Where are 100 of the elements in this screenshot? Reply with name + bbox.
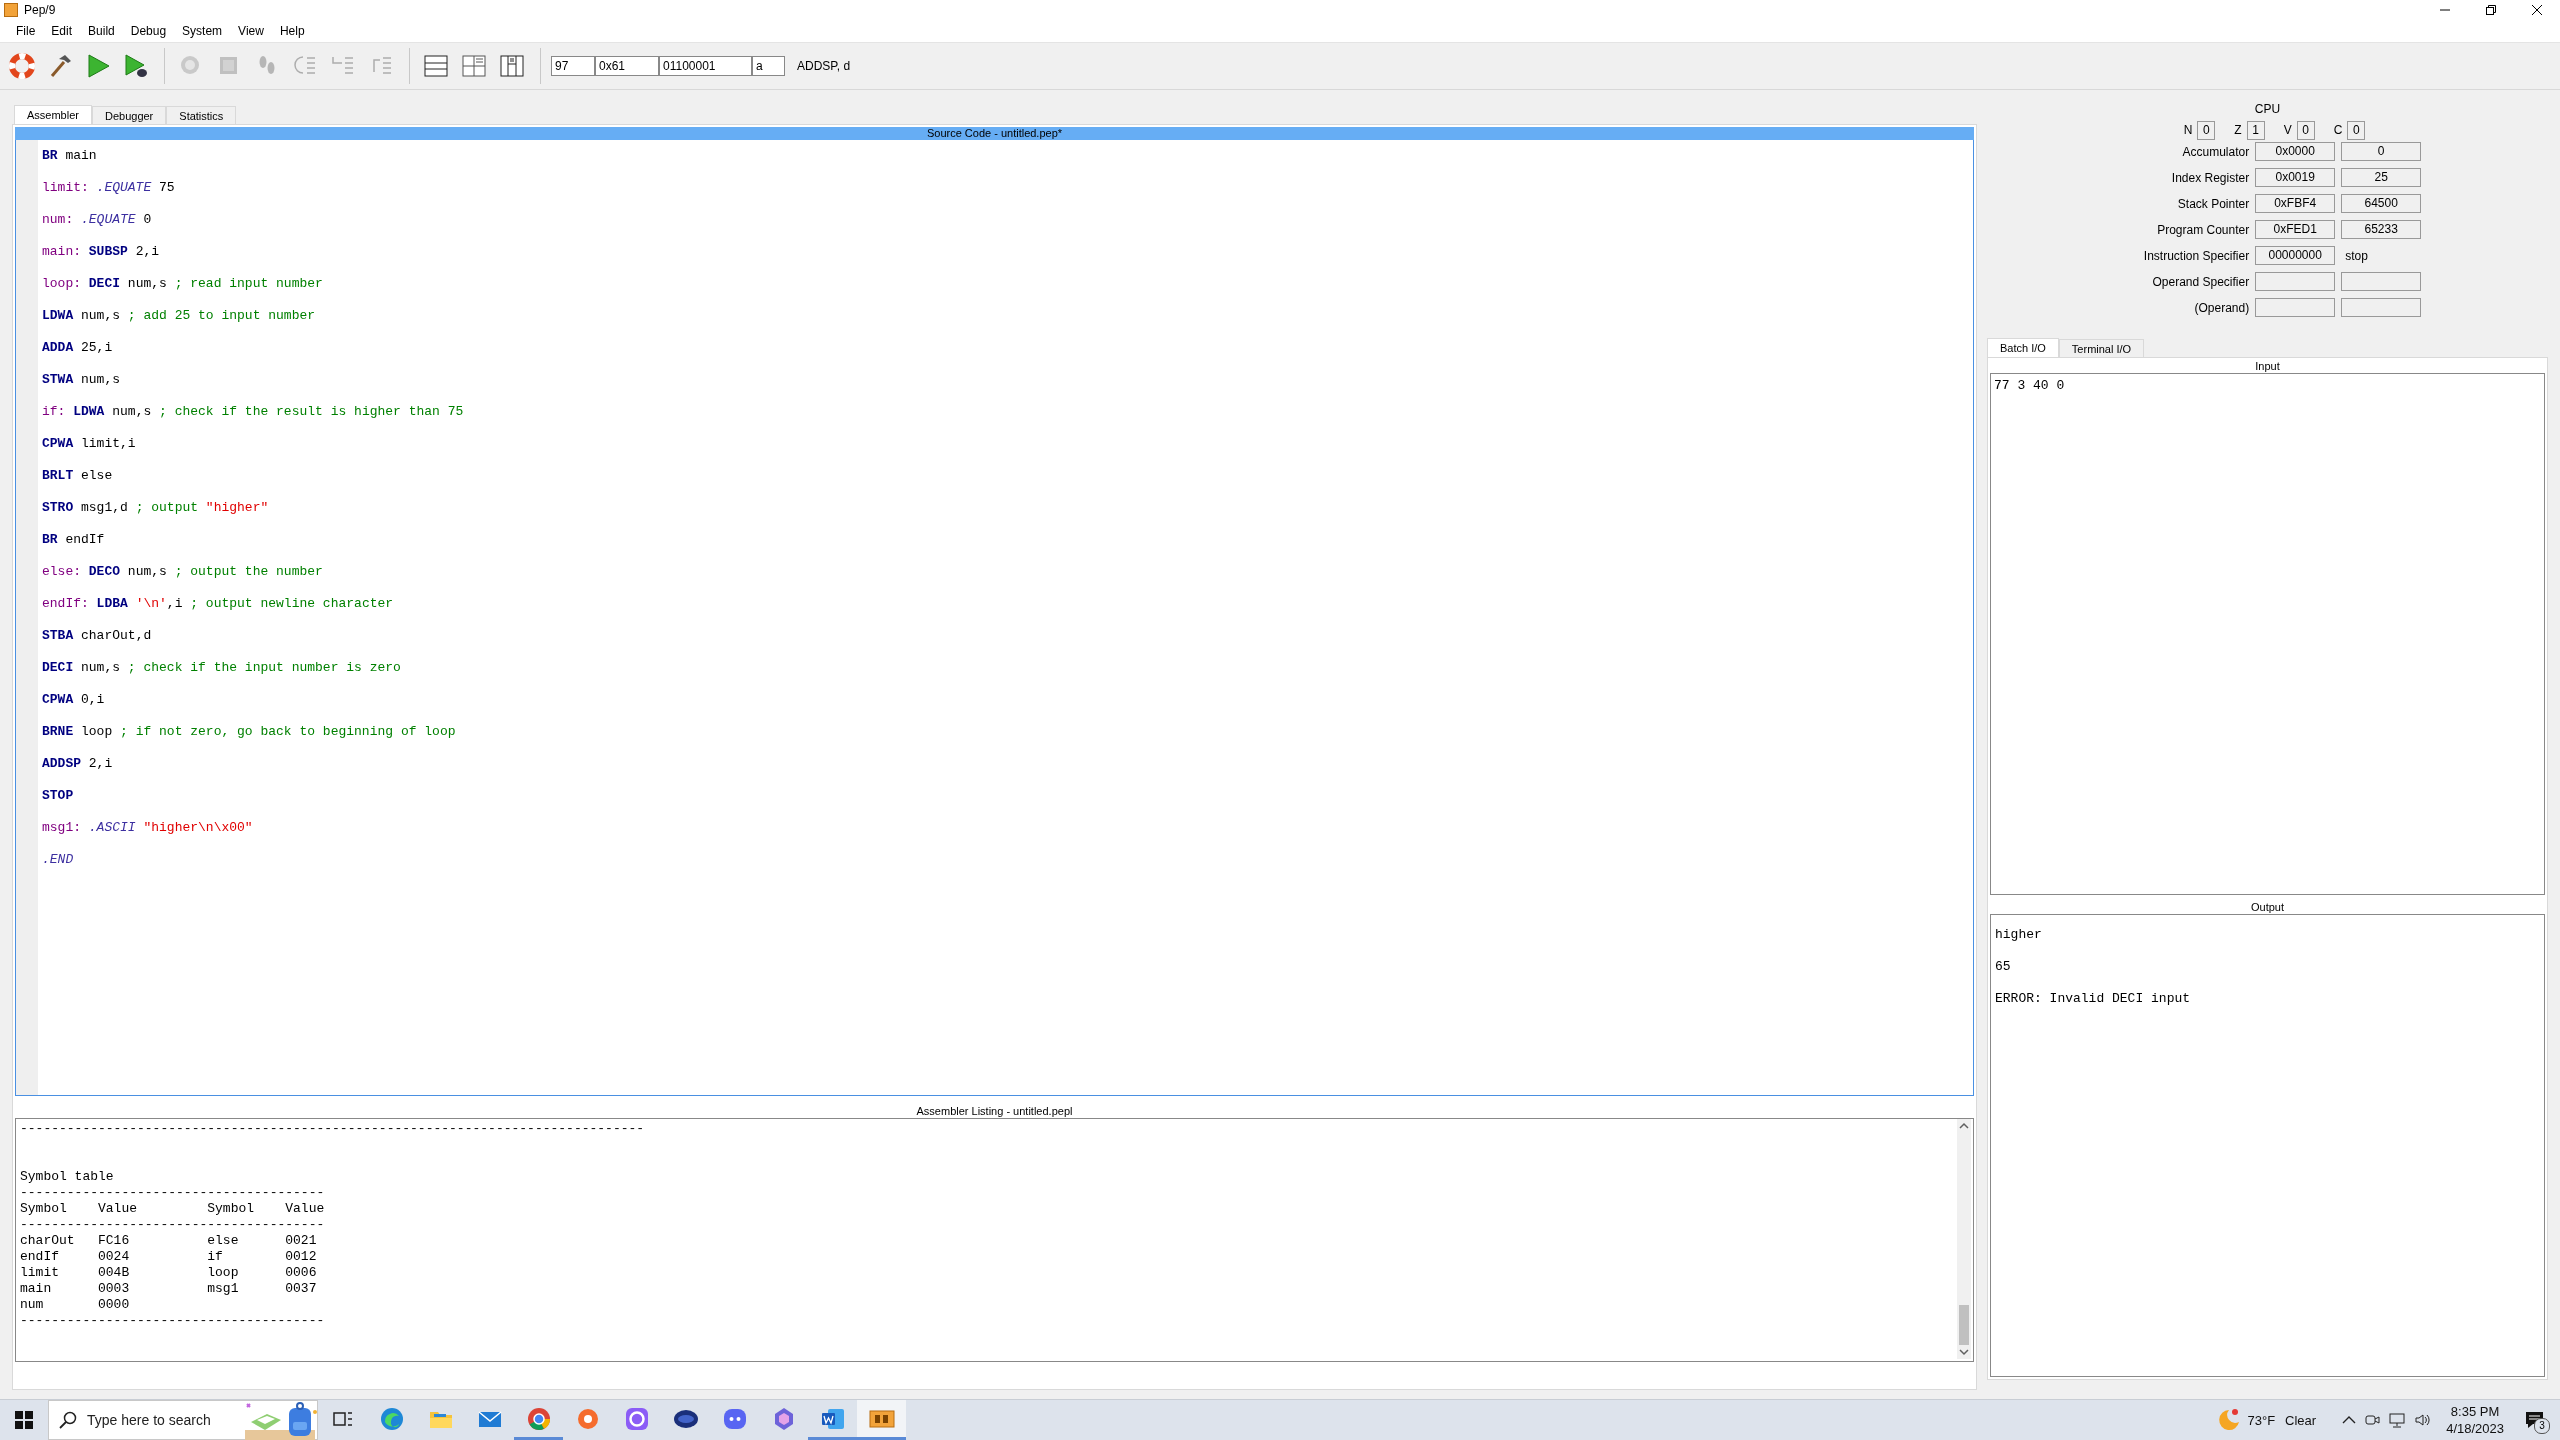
layout-icon (460, 52, 488, 80)
taskbar-app-button[interactable] (857, 1400, 906, 1440)
tab[interactable]: Batch I/O (1987, 338, 2059, 357)
register-value: 0 (2341, 142, 2422, 161)
output-header: Output (2250, 901, 2285, 914)
register-value: 0x0000 (2255, 142, 2336, 161)
code-line: num: .EQUATE 0 (42, 211, 153, 229)
register-value: 64500 (2341, 194, 2422, 213)
scrollbar[interactable] (1957, 1119, 1971, 1359)
tab[interactable]: Terminal I/O (2058, 339, 2145, 357)
listing-line: Symbol Value Symbol Value (20, 1201, 326, 1217)
tab[interactable]: Debugger (91, 106, 167, 124)
app-icon (623, 1405, 650, 1432)
code-line: limit: .EQUATE 75 (42, 179, 176, 197)
time-text: 8:35 PM (2450, 1403, 2500, 1420)
flag-value: 1 (2246, 120, 2265, 140)
value-field[interactable]: 01100001 (659, 56, 752, 76)
listing-line: Symbol table (20, 1169, 115, 1185)
value-field[interactable]: 97 (551, 56, 595, 76)
code-line: main: SUBSP 2,i (42, 243, 161, 261)
speaker-icon (2414, 1412, 2433, 1428)
flag-label: V (2283, 123, 2292, 137)
register-value: 25 (2341, 168, 2422, 187)
value-field[interactable]: a (752, 56, 785, 76)
register-value: 00000000 (2255, 246, 2336, 265)
network-icon (2388, 1412, 2407, 1428)
instruction-text: ADDSP, d (797, 59, 851, 73)
code-line: .END (42, 851, 75, 869)
register-value: 0x0019 (2255, 168, 2336, 187)
register-label: Index Register (2170, 170, 2250, 185)
menu-item[interactable]: Edit (43, 22, 81, 40)
code-line: BR main (42, 147, 98, 165)
flag-label: N (2183, 123, 2193, 137)
browser-icon (525, 1405, 552, 1432)
code-line: BRLT else (42, 467, 114, 485)
chevron-up-icon (2342, 1415, 2357, 1425)
code-line: CPWA limit,i (42, 435, 137, 453)
notifications-button[interactable]: 3 (2518, 1400, 2552, 1440)
play-bug-icon (122, 52, 150, 80)
tab[interactable]: Assembler (14, 105, 92, 124)
code-line: loop: DECI num,s ; read input number (42, 275, 324, 293)
flag-value: 0 (2296, 120, 2315, 140)
mnemonic-text: stop (2344, 248, 2369, 263)
input-area[interactable]: 77 3 40 0 (1990, 373, 2545, 895)
code-line: STBA charOut,d (42, 627, 153, 645)
listing-line: charOut FC16 else 0021 (20, 1233, 318, 1249)
menu-item[interactable]: Debug (122, 22, 175, 40)
register-value: 65233 (2341, 220, 2422, 239)
menu-item[interactable]: File (8, 22, 44, 40)
code-line: endIf: LDBA '\n',i ; output newline character (42, 595, 395, 613)
weather-text: Clear (2285, 1412, 2317, 1428)
browser-icon (378, 1405, 405, 1432)
input-header: Input (2254, 360, 2281, 373)
listing-line: endIf 0024 if 0012 (20, 1249, 318, 1265)
code-line: CPWA 0,i (42, 691, 106, 709)
listing-line: num 0000 (20, 1297, 131, 1313)
menu-item[interactable]: View (230, 22, 272, 40)
search-field[interactable]: Type here to search (85, 1411, 239, 1429)
date-text: 4/18/2023 (2446, 1420, 2504, 1437)
output-line: 65 (1995, 958, 2012, 976)
search-icon (59, 1411, 77, 1429)
register-label: Stack Pointer (2176, 196, 2250, 211)
output-line: ERROR: Invalid DECI input (1995, 990, 2192, 1008)
code-line: ADDA 25,i (42, 339, 114, 357)
menu-item[interactable]: Build (80, 22, 123, 40)
restore-icon (2485, 4, 2497, 16)
window-title: Pep/9 (24, 3, 56, 17)
code-line: STWA num,s (42, 371, 122, 389)
code-line: BR endIf (42, 531, 106, 549)
code-line: STRO msg1,d ; output "higher" (42, 499, 270, 517)
listing-line: --------------------------------------- (20, 1217, 326, 1233)
layout-icon (422, 52, 450, 80)
code-line: LDWA num,s ; add 25 to input number (42, 307, 317, 325)
flag-value: 0 (2347, 120, 2366, 140)
layout-icon (498, 52, 526, 80)
close-icon (2531, 4, 2543, 16)
tab[interactable]: Statistics (166, 106, 237, 124)
menu-item[interactable]: System (174, 22, 231, 40)
input-text: 77 3 40 0 (1994, 378, 2065, 393)
register-label: Operand Specifier (2151, 274, 2250, 289)
search-box[interactable]: Type here to search (48, 1400, 318, 1440)
listing-line: --------------------------------------- (20, 1185, 326, 1201)
register-label: Accumulator (2181, 144, 2250, 159)
register-label: Program Counter (2156, 222, 2250, 237)
lifebuoy-icon (8, 52, 36, 80)
flag-label: Z (2234, 123, 2242, 137)
listing-line: limit 004B loop 0006 (20, 1265, 318, 1281)
code-line: else: DECO num,s ; output the number (42, 563, 324, 581)
value-field[interactable]: 0x61 (595, 56, 659, 76)
output-line: higher (1995, 926, 2043, 944)
code-line: msg1: .ASCII "higher\n\x00" (42, 819, 254, 837)
menu-item[interactable]: Help (271, 22, 313, 40)
register-value: 0xFED1 (2255, 220, 2336, 239)
flag-label: C (2333, 123, 2343, 137)
listing-line: main 0003 msg1 0037 (20, 1281, 318, 1297)
temperature-text: 73°F (2247, 1412, 2276, 1428)
register-label: (Operand) (2193, 300, 2250, 315)
register-value: 0xFBF4 (2255, 194, 2336, 213)
code-line: BRNE loop ; if not zero, go back to beginning of loop (42, 723, 457, 741)
code-line: ADDSP 2,i (42, 755, 114, 773)
